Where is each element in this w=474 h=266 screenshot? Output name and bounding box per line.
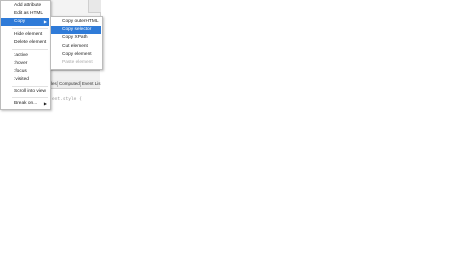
menu-separator bbox=[12, 97, 48, 98]
menu-item-scroll-into-view[interactable]: Scroll into view bbox=[1, 88, 49, 96]
screen: les Computed Event Lis ent.style { Add a… bbox=[0, 0, 474, 266]
menu-item-hide-element[interactable]: Hide element bbox=[1, 31, 49, 39]
menu-item-copy[interactable]: Copy ▶ bbox=[1, 18, 49, 26]
menu-item-paste-element: Paste element bbox=[51, 59, 101, 67]
menu-separator bbox=[12, 28, 48, 29]
element-style-rule: ent.style { bbox=[52, 97, 82, 102]
menu-item-label: Copy element bbox=[62, 52, 92, 57]
menu-separator bbox=[12, 86, 48, 87]
context-menu: Add attribute Edit as HTML Copy ▶ Hide el… bbox=[0, 0, 51, 110]
submenu-arrow-icon: ▶ bbox=[43, 19, 47, 24]
menu-item-label: Copy XPath bbox=[62, 35, 88, 40]
menu-item-hover[interactable]: :hover bbox=[1, 60, 49, 68]
copy-submenu: Copy outerHTML Copy selector Copy XPath … bbox=[50, 16, 103, 70]
menu-item-cut-element[interactable]: Cut element bbox=[51, 43, 101, 51]
menu-item-label: Copy selector bbox=[62, 27, 92, 32]
menu-item-label: :visited bbox=[14, 77, 29, 82]
menu-item-delete-element[interactable]: Delete element bbox=[1, 39, 49, 47]
menu-item-copy-xpath[interactable]: Copy XPath bbox=[51, 34, 101, 42]
menu-item-label: Paste element bbox=[62, 60, 93, 65]
menu-item-copy-outerhtml[interactable]: Copy outerHTML bbox=[51, 18, 101, 26]
tab-computed[interactable]: Computed bbox=[57, 81, 80, 87]
menu-item-edit-as-html[interactable]: Edit as HTML bbox=[1, 10, 49, 18]
menu-item-label: :focus bbox=[14, 69, 27, 74]
menu-item-label: Copy bbox=[14, 19, 26, 24]
menu-item-break-on[interactable]: Break on... ▶ bbox=[1, 100, 49, 108]
menu-item-add-attribute[interactable]: Add attribute bbox=[1, 2, 49, 10]
menu-item-label: Copy outerHTML bbox=[62, 19, 99, 24]
submenu-arrow-icon: ▶ bbox=[43, 101, 47, 106]
menu-item-copy-element[interactable]: Copy element bbox=[51, 51, 101, 59]
menu-item-label: Edit as HTML bbox=[14, 11, 44, 16]
menu-item-label: :active bbox=[14, 53, 28, 58]
tab-event-listeners[interactable]: Event Lis bbox=[80, 81, 101, 87]
menu-item-label: Break on... bbox=[14, 101, 38, 106]
menu-item-visited[interactable]: :visited bbox=[1, 76, 49, 84]
menu-item-label: Add attribute bbox=[14, 3, 42, 8]
menu-separator bbox=[12, 49, 48, 50]
menu-item-focus[interactable]: :focus bbox=[1, 68, 49, 76]
menu-item-copy-selector[interactable]: Copy selector bbox=[51, 26, 101, 34]
menu-item-label: :hover bbox=[14, 61, 28, 66]
menu-item-active[interactable]: :active bbox=[1, 52, 49, 60]
menu-item-label: Hide element bbox=[14, 32, 43, 37]
menu-item-label: Delete element bbox=[14, 40, 47, 45]
menu-item-label: Cut element bbox=[62, 44, 88, 49]
menu-item-label: Scroll into view bbox=[14, 89, 46, 94]
tab-styles[interactable]: les bbox=[51, 81, 57, 87]
page-thumbnail bbox=[88, 0, 101, 13]
